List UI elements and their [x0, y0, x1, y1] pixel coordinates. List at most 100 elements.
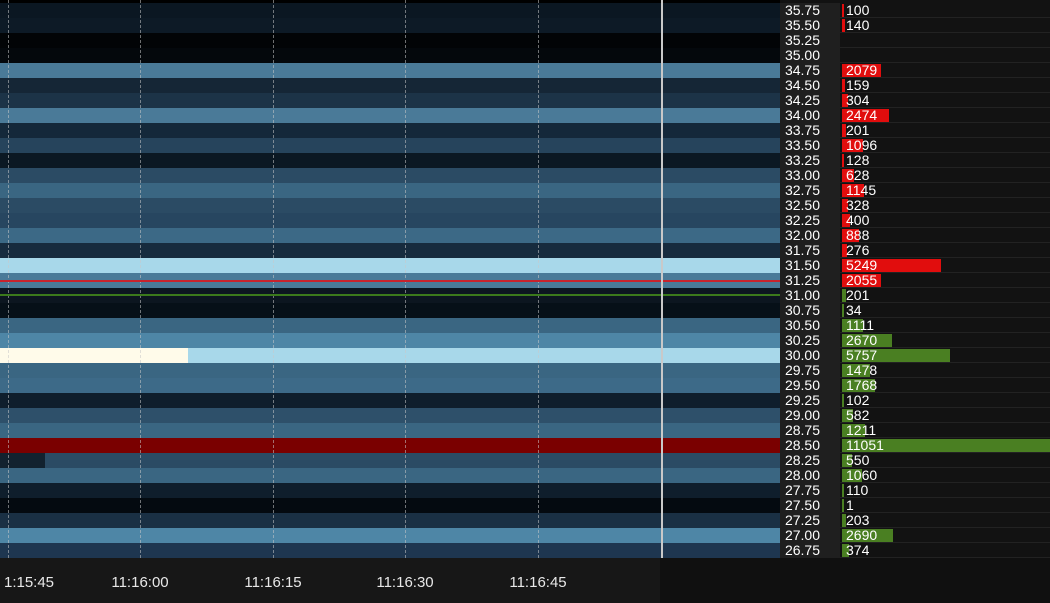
ladder-row[interactable]: 35.25 [780, 33, 1050, 48]
price-label: 30.25 [780, 333, 840, 348]
heatmap-row [0, 408, 780, 423]
volume-cell: 201 [840, 123, 1050, 138]
price-label: 32.00 [780, 228, 840, 243]
price-label: 31.00 [780, 288, 840, 303]
price-label: 29.50 [780, 378, 840, 393]
ladder-row[interactable]: 35.00 [780, 48, 1050, 63]
ladder-row[interactable]: 32.00 888 [780, 228, 1050, 243]
volume-cell: 1145 [840, 183, 1050, 198]
time-cursor-line[interactable] [661, 0, 663, 558]
ladder-row[interactable]: 28.00 1060 [780, 468, 1050, 483]
heatmap-dark-segment [0, 453, 45, 468]
price-label: 33.75 [780, 123, 840, 138]
volume-cell: 11051 [840, 438, 1050, 453]
bid-volume-bar [842, 394, 844, 408]
ladder-row[interactable]: 27.75 110 [780, 483, 1050, 498]
ladder-row[interactable]: 28.75 1211 [780, 423, 1050, 438]
ladder-row[interactable]: 34.75 2079 [780, 63, 1050, 78]
ladder-row[interactable]: 34.50 159 [780, 78, 1050, 93]
ladder-row[interactable]: 29.75 1478 [780, 363, 1050, 378]
ladder-row[interactable]: 35.50 140 [780, 18, 1050, 33]
ladder-row[interactable]: 30.00 5757 [780, 348, 1050, 363]
volume-value: 110 [846, 482, 869, 498]
ladder-row[interactable]: 33.25 128 [780, 153, 1050, 168]
heatmap-row [0, 438, 780, 453]
time-axis-filler [660, 558, 1050, 603]
ladder-row[interactable]: 30.25 2670 [780, 333, 1050, 348]
order-book-heatmap[interactable] [0, 0, 780, 558]
ladder-row[interactable]: 29.50 1768 [780, 378, 1050, 393]
ladder-row[interactable]: 31.50 5249 [780, 258, 1050, 273]
price-label: 34.50 [780, 78, 840, 93]
ladder-row[interactable]: 32.25 400 [780, 213, 1050, 228]
volume-value: 1 [846, 497, 854, 513]
volume-cell: 400 [840, 213, 1050, 228]
price-label: 28.75 [780, 423, 840, 438]
ladder-row[interactable]: 31.25 2055 [780, 273, 1050, 288]
volume-value: 276 [846, 242, 870, 258]
volume-value: 888 [846, 227, 870, 243]
volume-value: 11051 [846, 437, 884, 453]
volume-cell: 5757 [840, 348, 1050, 363]
ladder-row[interactable]: 32.75 1145 [780, 183, 1050, 198]
heatmap-row [0, 138, 780, 153]
volume-cell: 2474 [840, 108, 1050, 123]
price-label: 29.75 [780, 363, 840, 378]
volume-value: 374 [846, 542, 870, 558]
volume-cell: 203 [840, 513, 1050, 528]
ladder-row[interactable]: 29.00 582 [780, 408, 1050, 423]
volume-cell: 1060 [840, 468, 1050, 483]
heatmap-row [0, 108, 780, 123]
time-tick: 11:16:00 [111, 574, 169, 591]
price-label: 27.00 [780, 528, 840, 543]
price-label: 34.00 [780, 108, 840, 123]
heatmap-row [0, 228, 780, 243]
ladder-row[interactable]: 32.50 328 [780, 198, 1050, 213]
time-tick: 1:15:45 [3, 574, 55, 591]
price-label: 32.50 [780, 198, 840, 213]
volume-cell: 34 [840, 303, 1050, 318]
volume-value: 1478 [846, 362, 878, 378]
volume-value: 582 [846, 407, 870, 423]
price-label: 33.00 [780, 168, 840, 183]
ladder-row[interactable]: 29.25 102 [780, 393, 1050, 408]
ladder-row[interactable]: 34.25 304 [780, 93, 1050, 108]
volume-value: 1768 [846, 377, 878, 393]
volume-cell: 888 [840, 228, 1050, 243]
time-axis: 1:15:45 11:16:00 11:16:15 11:16:30 11:16… [0, 558, 660, 603]
ladder-row[interactable]: 27.50 1 [780, 498, 1050, 513]
volume-value: 203 [846, 512, 870, 528]
ladder-row[interactable]: 34.00 2474 [780, 108, 1050, 123]
price-label: 32.25 [780, 213, 840, 228]
volume-cell: 110 [840, 483, 1050, 498]
price-label: 35.00 [780, 48, 840, 63]
ladder-row[interactable]: 33.50 1096 [780, 138, 1050, 153]
ladder-row[interactable]: 30.75 34 [780, 303, 1050, 318]
volume-cell: 2055 [840, 273, 1050, 288]
ladder-row[interactable]: 31.75 276 [780, 243, 1050, 258]
ladder-row[interactable]: 27.00 2690 [780, 528, 1050, 543]
price-label: 35.25 [780, 33, 840, 48]
ladder-row[interactable]: 33.75 201 [780, 123, 1050, 138]
price-label: 28.50 [780, 438, 840, 453]
ladder-row[interactable]: 33.00 628 [780, 168, 1050, 183]
ladder-row[interactable]: 28.50 11051 [780, 438, 1050, 453]
heatmap-row [0, 378, 780, 393]
ladder-row[interactable]: 30.50 1111 [780, 318, 1050, 333]
volume-cell: 2670 [840, 333, 1050, 348]
volume-value: 5757 [846, 347, 878, 363]
ladder-row[interactable]: 35.75 100 [780, 3, 1050, 18]
ladder-row[interactable]: 26.75 374 [780, 543, 1050, 558]
price-label: 28.00 [780, 468, 840, 483]
ladder-row[interactable]: 31.00 201 [780, 288, 1050, 303]
heatmap-row [0, 513, 780, 528]
ladder-row[interactable]: 27.25 203 [780, 513, 1050, 528]
volume-value: 1211 [846, 422, 877, 438]
volume-value: 140 [846, 17, 870, 33]
bid-volume-bar [842, 499, 844, 513]
volume-cell: 201 [840, 288, 1050, 303]
heatmap-row [0, 468, 780, 483]
heatmap-row [0, 78, 780, 93]
ladder-row[interactable]: 28.25 550 [780, 453, 1050, 468]
price-label: 35.50 [780, 18, 840, 33]
